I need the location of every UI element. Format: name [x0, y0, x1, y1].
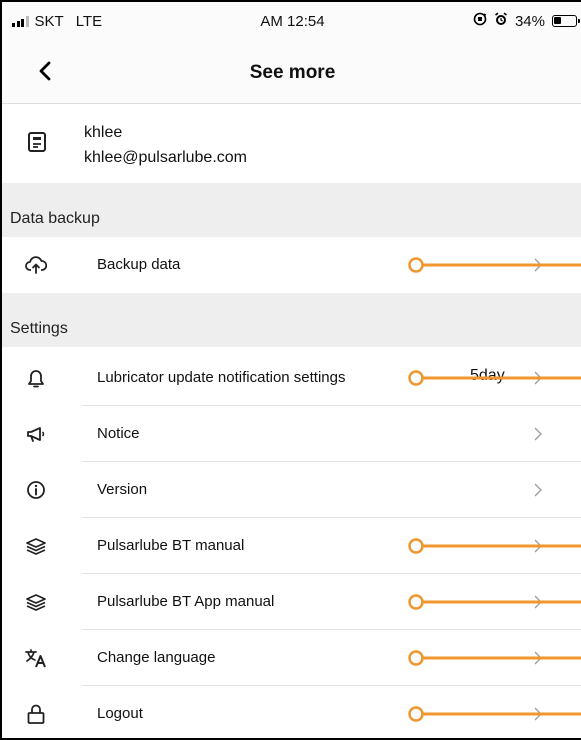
annotation-pointer — [408, 370, 581, 386]
stack-icon — [24, 590, 48, 614]
profile-name: khlee — [84, 124, 123, 141]
status-bar: SKT LTE AM 12:54 34% — [2, 2, 581, 38]
stack-icon — [24, 534, 48, 558]
status-right: 34% — [473, 12, 580, 30]
row-version[interactable]: Version — [2, 462, 581, 518]
row-label: Backup data — [97, 256, 181, 273]
profile-card: khlee khlee@pulsarlube.com — [2, 105, 581, 183]
translate-icon — [24, 646, 48, 670]
row-label: Pulsarlube BT manual — [97, 537, 245, 554]
annotation-pointer — [408, 706, 581, 722]
section-header-settings: Settings — [2, 293, 581, 347]
row-label: Logout — [97, 705, 143, 722]
annotation-pointer — [408, 650, 581, 666]
battery-percent: 34% — [514, 12, 545, 30]
page-title: See more — [249, 62, 336, 83]
row-notice[interactable]: Notice — [2, 406, 581, 462]
orientation-lock-icon — [473, 12, 487, 30]
annotation-pointer — [408, 257, 581, 273]
annotation-pointer — [408, 594, 581, 610]
phone-screen: SKT LTE AM 12:54 34% See more khlee khle… — [0, 0, 581, 740]
row-label: Version — [97, 481, 148, 498]
row-lubricator-notification[interactable]: Lubricator update notification settings … — [2, 350, 581, 406]
section-header-data-backup: Data backup — [2, 183, 581, 237]
battery-icon — [552, 15, 580, 27]
row-label: Notice — [97, 425, 140, 442]
alarm-icon — [494, 12, 508, 30]
row-backup-data[interactable]: Backup data — [2, 237, 581, 293]
account-card-icon — [28, 132, 46, 152]
bell-icon — [24, 366, 48, 390]
nav-bar: See more — [2, 38, 581, 104]
row-label: Pulsarlube BT App manual — [97, 593, 275, 610]
profile-email: khlee@pulsarlube.com — [84, 149, 247, 166]
annotation-pointer — [408, 538, 581, 554]
chevron-right-icon — [534, 427, 542, 441]
row-bt-app-manual[interactable]: Pulsarlube BT App manual — [2, 574, 581, 630]
cloud-upload-icon — [24, 253, 48, 277]
lock-icon — [24, 702, 48, 726]
section-title: Data backup — [10, 210, 100, 227]
row-label: Change language — [97, 649, 216, 666]
megaphone-icon — [24, 422, 48, 446]
row-label: Lubricator update notification settings — [97, 369, 346, 386]
info-icon — [24, 478, 48, 502]
row-logout[interactable]: Logout — [2, 686, 581, 738]
row-change-language[interactable]: Change language — [2, 630, 581, 686]
row-bt-manual[interactable]: Pulsarlube BT manual — [2, 518, 581, 574]
chevron-right-icon — [534, 483, 542, 497]
section-title: Settings — [10, 320, 68, 337]
